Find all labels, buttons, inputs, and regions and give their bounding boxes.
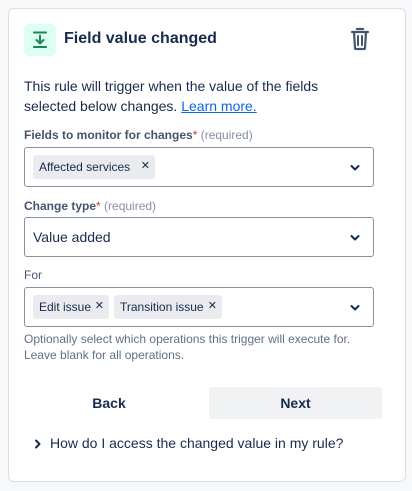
fields-to-monitor-select[interactable]: Affected services ✕ bbox=[24, 147, 374, 187]
tag-transition-issue: Transition issue ✕ bbox=[114, 295, 222, 319]
change-type-label: Change type* (required) bbox=[24, 199, 156, 213]
tag-label: Transition issue bbox=[120, 300, 204, 314]
chevron-down-icon[interactable] bbox=[349, 232, 361, 244]
tag-remove-icon[interactable]: ✕ bbox=[95, 299, 104, 312]
trigger-title: Field value changed bbox=[64, 30, 217, 47]
for-helper-text: Optionally select which operations this … bbox=[24, 332, 351, 362]
learn-more-link[interactable]: Learn more. bbox=[181, 98, 256, 114]
chevron-down-icon[interactable] bbox=[349, 302, 361, 314]
required-text: (required) bbox=[104, 199, 157, 213]
chevron-right-icon bbox=[35, 439, 41, 449]
field-value-changed-icon bbox=[24, 24, 56, 56]
tag-remove-icon[interactable]: ✕ bbox=[208, 299, 217, 312]
trigger-header: Field value changed bbox=[24, 24, 374, 56]
fields-to-monitor-label-text: Fields to monitor for changes bbox=[24, 128, 193, 142]
change-type-label-text: Change type bbox=[24, 199, 97, 213]
fields-to-monitor-label: Fields to monitor for changes* (required… bbox=[24, 128, 253, 142]
for-select[interactable]: Edit issue ✕ Transition issue ✕ bbox=[24, 287, 374, 327]
description-text: This rule will trigger when the value of… bbox=[24, 78, 319, 114]
tag-remove-icon[interactable]: ✕ bbox=[141, 159, 150, 172]
trash-icon[interactable] bbox=[346, 24, 374, 54]
chevron-down-icon[interactable] bbox=[349, 162, 361, 174]
trigger-description: This rule will trigger when the value of… bbox=[24, 76, 364, 116]
tag-label: Affected services bbox=[39, 160, 131, 174]
tag-affected-services: Affected services ✕ bbox=[33, 155, 155, 179]
expander-label: How do I access the changed value in my … bbox=[50, 435, 344, 451]
next-button[interactable]: Next bbox=[209, 387, 382, 419]
tag-edit-issue: Edit issue ✕ bbox=[33, 295, 109, 319]
back-button[interactable]: Back bbox=[24, 387, 194, 419]
tag-label: Edit issue bbox=[39, 300, 92, 314]
required-star: * bbox=[96, 199, 101, 213]
change-type-select[interactable]: Value added bbox=[24, 217, 374, 257]
required-star: * bbox=[192, 128, 198, 142]
required-text: (required) bbox=[200, 128, 253, 142]
change-type-value: Value added bbox=[33, 229, 111, 245]
for-label: For bbox=[24, 268, 42, 282]
